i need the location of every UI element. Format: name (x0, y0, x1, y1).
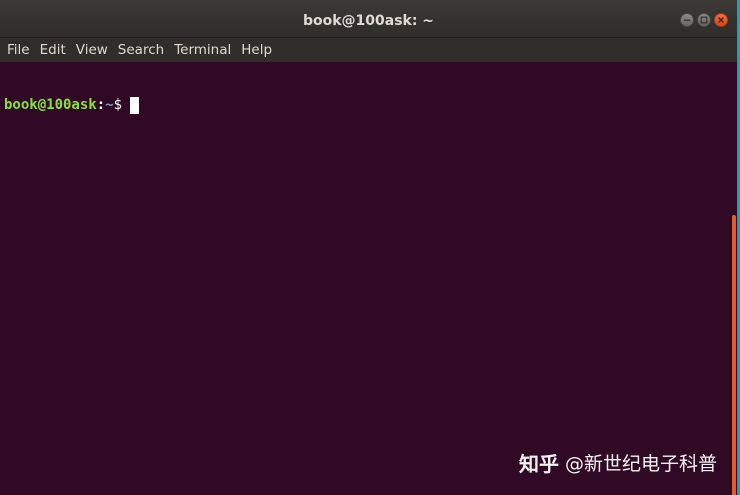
close-button[interactable] (714, 13, 728, 27)
watermark-handle: @新世纪电子科普 (564, 453, 717, 475)
minimize-icon (684, 19, 690, 21)
menu-view[interactable]: View (71, 38, 113, 62)
text-cursor (130, 96, 140, 114)
menu-bar: File Edit View Search Terminal Help (0, 38, 737, 62)
prompt-colon: : (96, 97, 106, 113)
menu-file[interactable]: File (2, 38, 35, 62)
close-icon (718, 17, 724, 23)
title-bar[interactable]: book@100ask: ~ (0, 0, 737, 38)
window-controls (680, 13, 728, 27)
menu-help[interactable]: Help (236, 38, 277, 62)
maximize-icon (700, 16, 708, 24)
menu-edit[interactable]: Edit (35, 38, 71, 62)
window-title: book@100ask: ~ (302, 13, 435, 29)
menu-terminal[interactable]: Terminal (169, 38, 236, 62)
terminal-output[interactable]: book@100ask: ~ $ (0, 62, 737, 495)
watermark-logo: 知乎 (518, 452, 559, 476)
terminal-window: book@100ask: ~ File Edit View Search Ter… (0, 0, 737, 495)
minimize-button[interactable] (680, 13, 694, 27)
prompt-path: ~ (105, 97, 114, 113)
menu-search[interactable]: Search (113, 38, 169, 62)
prompt-symbol: $ (113, 97, 123, 113)
scrollbar[interactable] (732, 215, 736, 495)
prompt-line: book@100ask: ~ $ (4, 96, 733, 114)
watermark: 知乎 @新世纪电子科普 (519, 448, 717, 477)
prompt-user: book@100ask (4, 97, 97, 113)
maximize-button[interactable] (697, 13, 711, 27)
